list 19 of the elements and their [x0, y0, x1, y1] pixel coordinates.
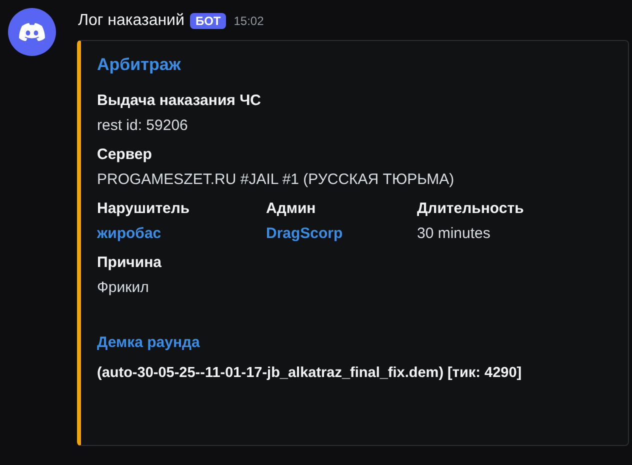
field-name: Выдача наказания ЧС	[97, 91, 262, 111]
field-value: 30 minutes	[417, 224, 492, 244]
embed-title[interactable]: Арбитраж	[97, 55, 612, 75]
bot-badge: БОТ	[190, 13, 226, 29]
demo-link[interactable]: Демка раунда	[97, 334, 612, 351]
field-name: Сервер	[97, 145, 153, 165]
field-name: Админ	[266, 199, 317, 219]
field-value: rest id: 59206	[97, 116, 189, 136]
bot-avatar-icon[interactable]	[8, 8, 56, 56]
user-link[interactable]: жиробас	[97, 224, 266, 244]
author-name[interactable]: Лог наказаний	[78, 12, 184, 30]
field-name: Нарушитель	[97, 199, 191, 219]
field-value: PROGAMESZET.RU #JAIL #1 (РУССКАЯ ТЮРЬМА)	[97, 170, 456, 190]
field-name: Причина	[97, 253, 162, 273]
demo-file-text: (auto-30-05-25--11-01-17-jb_alkatraz_final_fix.dem) [тик: 4290]	[97, 365, 523, 381]
field-value: Фрикил	[97, 278, 150, 298]
user-link[interactable]: DragScorp	[266, 224, 417, 244]
timestamp: 15:02	[234, 14, 264, 28]
field-name: Длительность	[417, 199, 525, 219]
